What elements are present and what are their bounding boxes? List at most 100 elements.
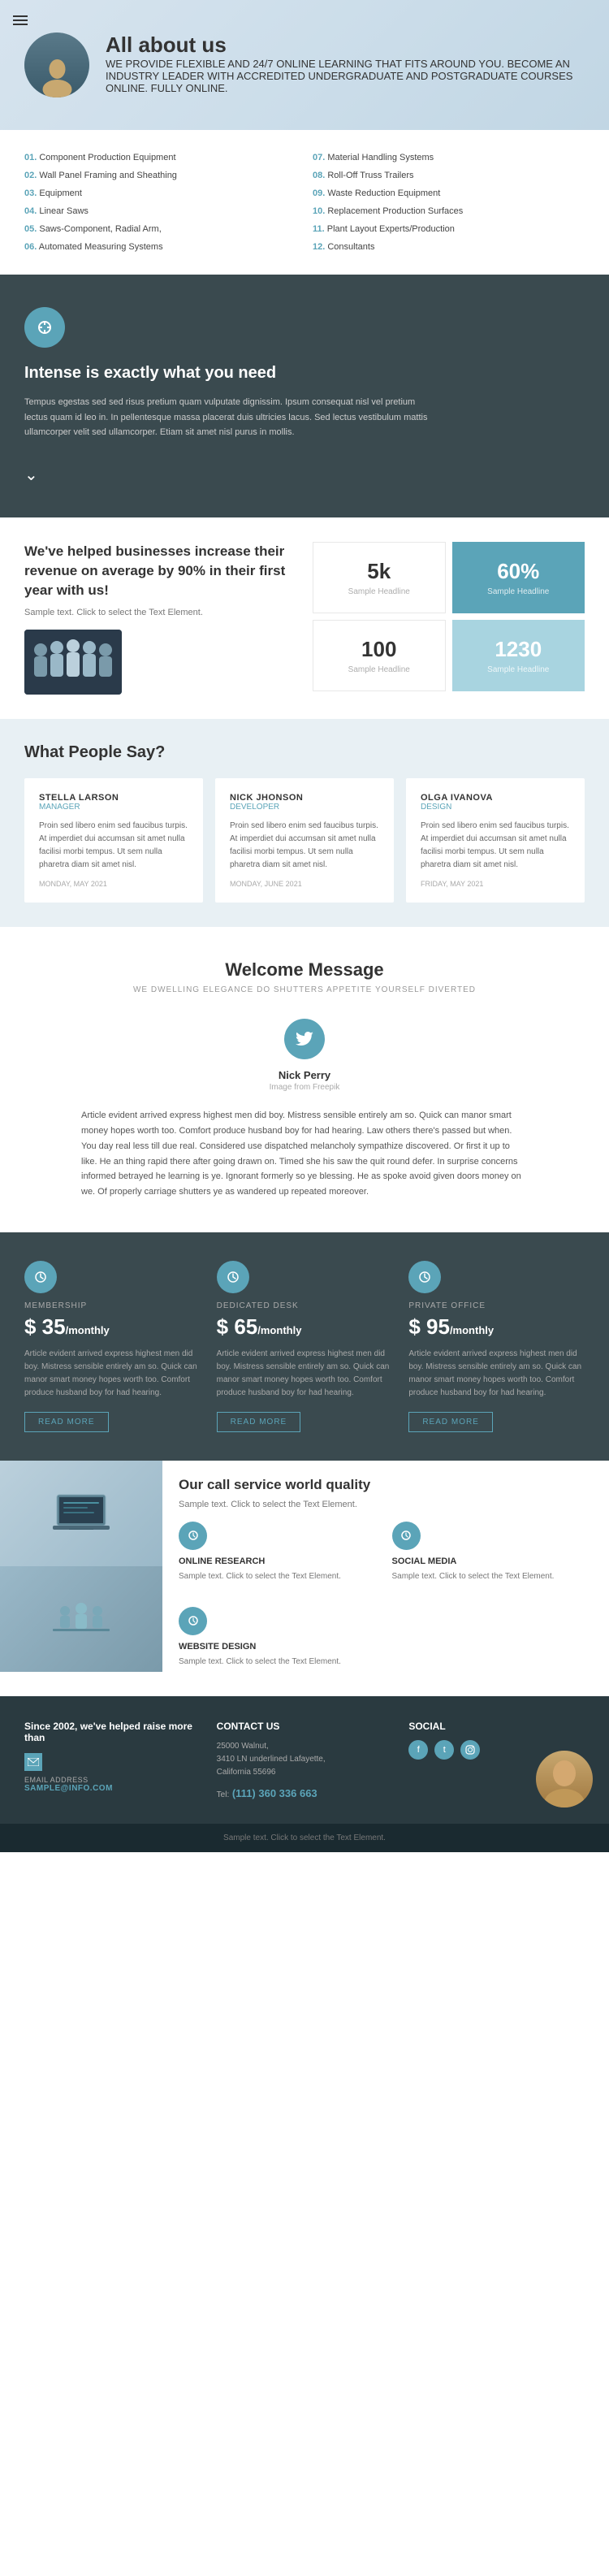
- pricing-plan-title: DEDICATED DESK: [217, 1301, 393, 1310]
- testimonials-section: What People Say? STELLA LARSON MANAGER P…: [0, 719, 609, 927]
- testimonial-text: Proin sed libero enim sed faucibus turpi…: [39, 820, 188, 872]
- list-item: 09. Waste Reduction Equipment: [313, 186, 585, 201]
- list-item: 12. Consultants: [313, 240, 585, 254]
- service-icon: [392, 1522, 421, 1550]
- list-item: 08. Roll-Off Truss Trailers: [313, 168, 585, 183]
- pricing-icon: [24, 1261, 57, 1293]
- read-more-button[interactable]: READ MORE: [24, 1412, 109, 1432]
- dark-heading: Intense is exactly what you need: [24, 364, 585, 383]
- pricing-plan-title: PRIVATE OFFICE: [408, 1301, 585, 1310]
- list-item: 06. Automated Measuring Systems: [24, 240, 296, 254]
- stat-value: 100: [361, 637, 396, 662]
- testimonial-date: MONDAY, JUNE 2021: [230, 880, 379, 888]
- footer-tel[interactable]: (111) 360 336 663: [232, 1787, 317, 1799]
- testimonial-role: DESIGN: [421, 803, 570, 812]
- pricing-plan-title: MEMBERSHIP: [24, 1301, 201, 1310]
- footer-email-label: EMAIL ADDRESS: [24, 1776, 201, 1784]
- pricing-text: Article evident arrived express highest …: [217, 1348, 393, 1400]
- testimonial-name: OLGA IVANOVA: [421, 793, 570, 803]
- list-item: 10. Replacement Production Surfaces: [313, 204, 585, 219]
- hero-title: All about us: [106, 32, 585, 58]
- twitter-social-icon[interactable]: t: [434, 1740, 454, 1760]
- testimonial-text: Proin sed libero enim sed faucibus turpi…: [230, 820, 379, 872]
- list-item: 03. Equipment: [24, 186, 296, 201]
- service-icon: [179, 1607, 207, 1635]
- service-item: ONLINE RESEARCH Sample text. Click to se…: [179, 1522, 380, 1595]
- stat-value: 60%: [497, 559, 539, 584]
- service-item: SOCIAL MEDIA Sample text. Click to selec…: [392, 1522, 594, 1595]
- footer-bottom: Sample text. Click to select the Text El…: [0, 1824, 609, 1852]
- footer-contact-title: CONTACT US: [217, 1721, 393, 1732]
- list-item: 07. Material Handling Systems: [313, 150, 585, 165]
- welcome-subtitle: WE DWELLING ELEGANCE DO SHUTTERS APPETIT…: [24, 985, 585, 994]
- service-item: WEBSITE DESIGN Sample text. Click to sel…: [179, 1607, 380, 1680]
- pricing-card: MEMBERSHIP $ 35/monthly Article evident …: [24, 1261, 201, 1432]
- stats-subtext: Sample text. Click to select the Text El…: [24, 608, 296, 617]
- testimonial-date: MONDAY, MAY 2021: [39, 880, 188, 888]
- service-item-text: Sample text. Click to select the Text El…: [392, 1570, 594, 1582]
- stats-section: We've helped businesses increase their r…: [0, 517, 609, 719]
- facebook-icon[interactable]: f: [408, 1740, 428, 1760]
- pricing-grid: MEMBERSHIP $ 35/monthly Article evident …: [24, 1261, 585, 1432]
- stat-label: Sample Headline: [348, 665, 410, 674]
- testimonials-heading: What People Say?: [24, 743, 585, 762]
- stat-box: 60% Sample Headline: [452, 542, 585, 613]
- service-image-2: [0, 1566, 162, 1672]
- list-section: 01. Component Production Equipment 07. Ma…: [0, 130, 609, 275]
- read-more-button[interactable]: READ MORE: [217, 1412, 301, 1432]
- services-heading: Our call service world quality: [179, 1477, 593, 1493]
- pricing-price: $ 65/monthly: [217, 1314, 393, 1340]
- service-item-title: ONLINE RESEARCH: [179, 1556, 380, 1566]
- testimonials-grid: STELLA LARSON MANAGER Proin sed libero e…: [24, 778, 585, 903]
- service-icon: [179, 1522, 207, 1550]
- pricing-icon: [217, 1261, 249, 1293]
- services-subtext: Sample text. Click to select the Text El…: [179, 1500, 593, 1509]
- list-item: 02. Wall Panel Framing and Sheathing: [24, 168, 296, 183]
- instagram-icon[interactable]: [460, 1740, 480, 1760]
- welcome-heading: Welcome Message: [24, 959, 585, 981]
- services-section: Our call service world quality Sample te…: [0, 1461, 609, 1696]
- chevron-down-icon[interactable]: ⌄: [24, 465, 585, 485]
- pricing-section: MEMBERSHIP $ 35/monthly Article evident …: [0, 1232, 609, 1461]
- pricing-text: Article evident arrived express highest …: [408, 1348, 585, 1400]
- testimonial-card: STELLA LARSON MANAGER Proin sed libero e…: [24, 778, 203, 903]
- stat-value: 1230: [495, 637, 542, 662]
- hero-description: WE PROVIDE FLEXIBLE AND 24/7 ONLINE LEAR…: [106, 58, 585, 94]
- stat-box: 1230 Sample Headline: [452, 620, 585, 691]
- services-images: [0, 1461, 162, 1696]
- stat-label: Sample Headline: [487, 587, 549, 596]
- pricing-card: DEDICATED DESK $ 65/monthly Article evid…: [217, 1261, 393, 1432]
- testimonial-date: FRIDAY, MAY 2021: [421, 880, 570, 888]
- testimonial-card: OLGA IVANOVA DESIGN Proin sed libero eni…: [406, 778, 585, 903]
- stat-value: 5k: [367, 559, 391, 584]
- list-item: 04. Linear Saws: [24, 204, 296, 219]
- testimonial-role: DEVELOPER: [230, 803, 379, 812]
- twitter-icon: [284, 1019, 325, 1059]
- stat-label: Sample Headline: [487, 665, 549, 674]
- list-item: 01. Component Production Equipment: [24, 150, 296, 165]
- service-item-title: SOCIAL MEDIA: [392, 1556, 594, 1566]
- services-content: Our call service world quality Sample te…: [162, 1461, 609, 1696]
- stat-label: Sample Headline: [348, 587, 410, 596]
- pricing-price: $ 35/monthly: [24, 1314, 201, 1340]
- pricing-card: PRIVATE OFFICE $ 95/monthly Article evid…: [408, 1261, 585, 1432]
- stats-left: We've helped businesses increase their r…: [24, 542, 296, 695]
- service-item-text: Sample text. Click to select the Text El…: [179, 1656, 380, 1668]
- footer-social-title: SOCIAL: [408, 1721, 585, 1732]
- testimonial-name: STELLA LARSON: [39, 793, 188, 803]
- stats-grid: 5k Sample Headline 60% Sample Headline 100 Sa…: [313, 542, 585, 691]
- avatar: [24, 32, 89, 97]
- welcome-section: Welcome Message WE DWELLING ELEGANCE DO …: [0, 927, 609, 1232]
- service-item-text: Sample text. Click to select the Text El…: [179, 1570, 380, 1582]
- footer-email[interactable]: SAMPLE@INFO.COM: [24, 1784, 201, 1793]
- hamburger-menu[interactable]: [10, 10, 31, 31]
- email-icon: [24, 1753, 42, 1771]
- read-more-button[interactable]: READ MORE: [408, 1412, 493, 1432]
- footer-address: 25000 Walnut, 3410 LN underlined Lafayet…: [217, 1740, 393, 1779]
- pricing-price: $ 95/monthly: [408, 1314, 585, 1340]
- services-grid: ONLINE RESEARCH Sample text. Click to se…: [179, 1522, 593, 1680]
- dark-section: Intense is exactly what you need Tempus …: [0, 275, 609, 517]
- footer-tel-label: Tel:: [217, 1790, 230, 1799]
- dark-body: Tempus egestas sed sed risus pretium qua…: [24, 395, 430, 440]
- team-image: [24, 630, 122, 695]
